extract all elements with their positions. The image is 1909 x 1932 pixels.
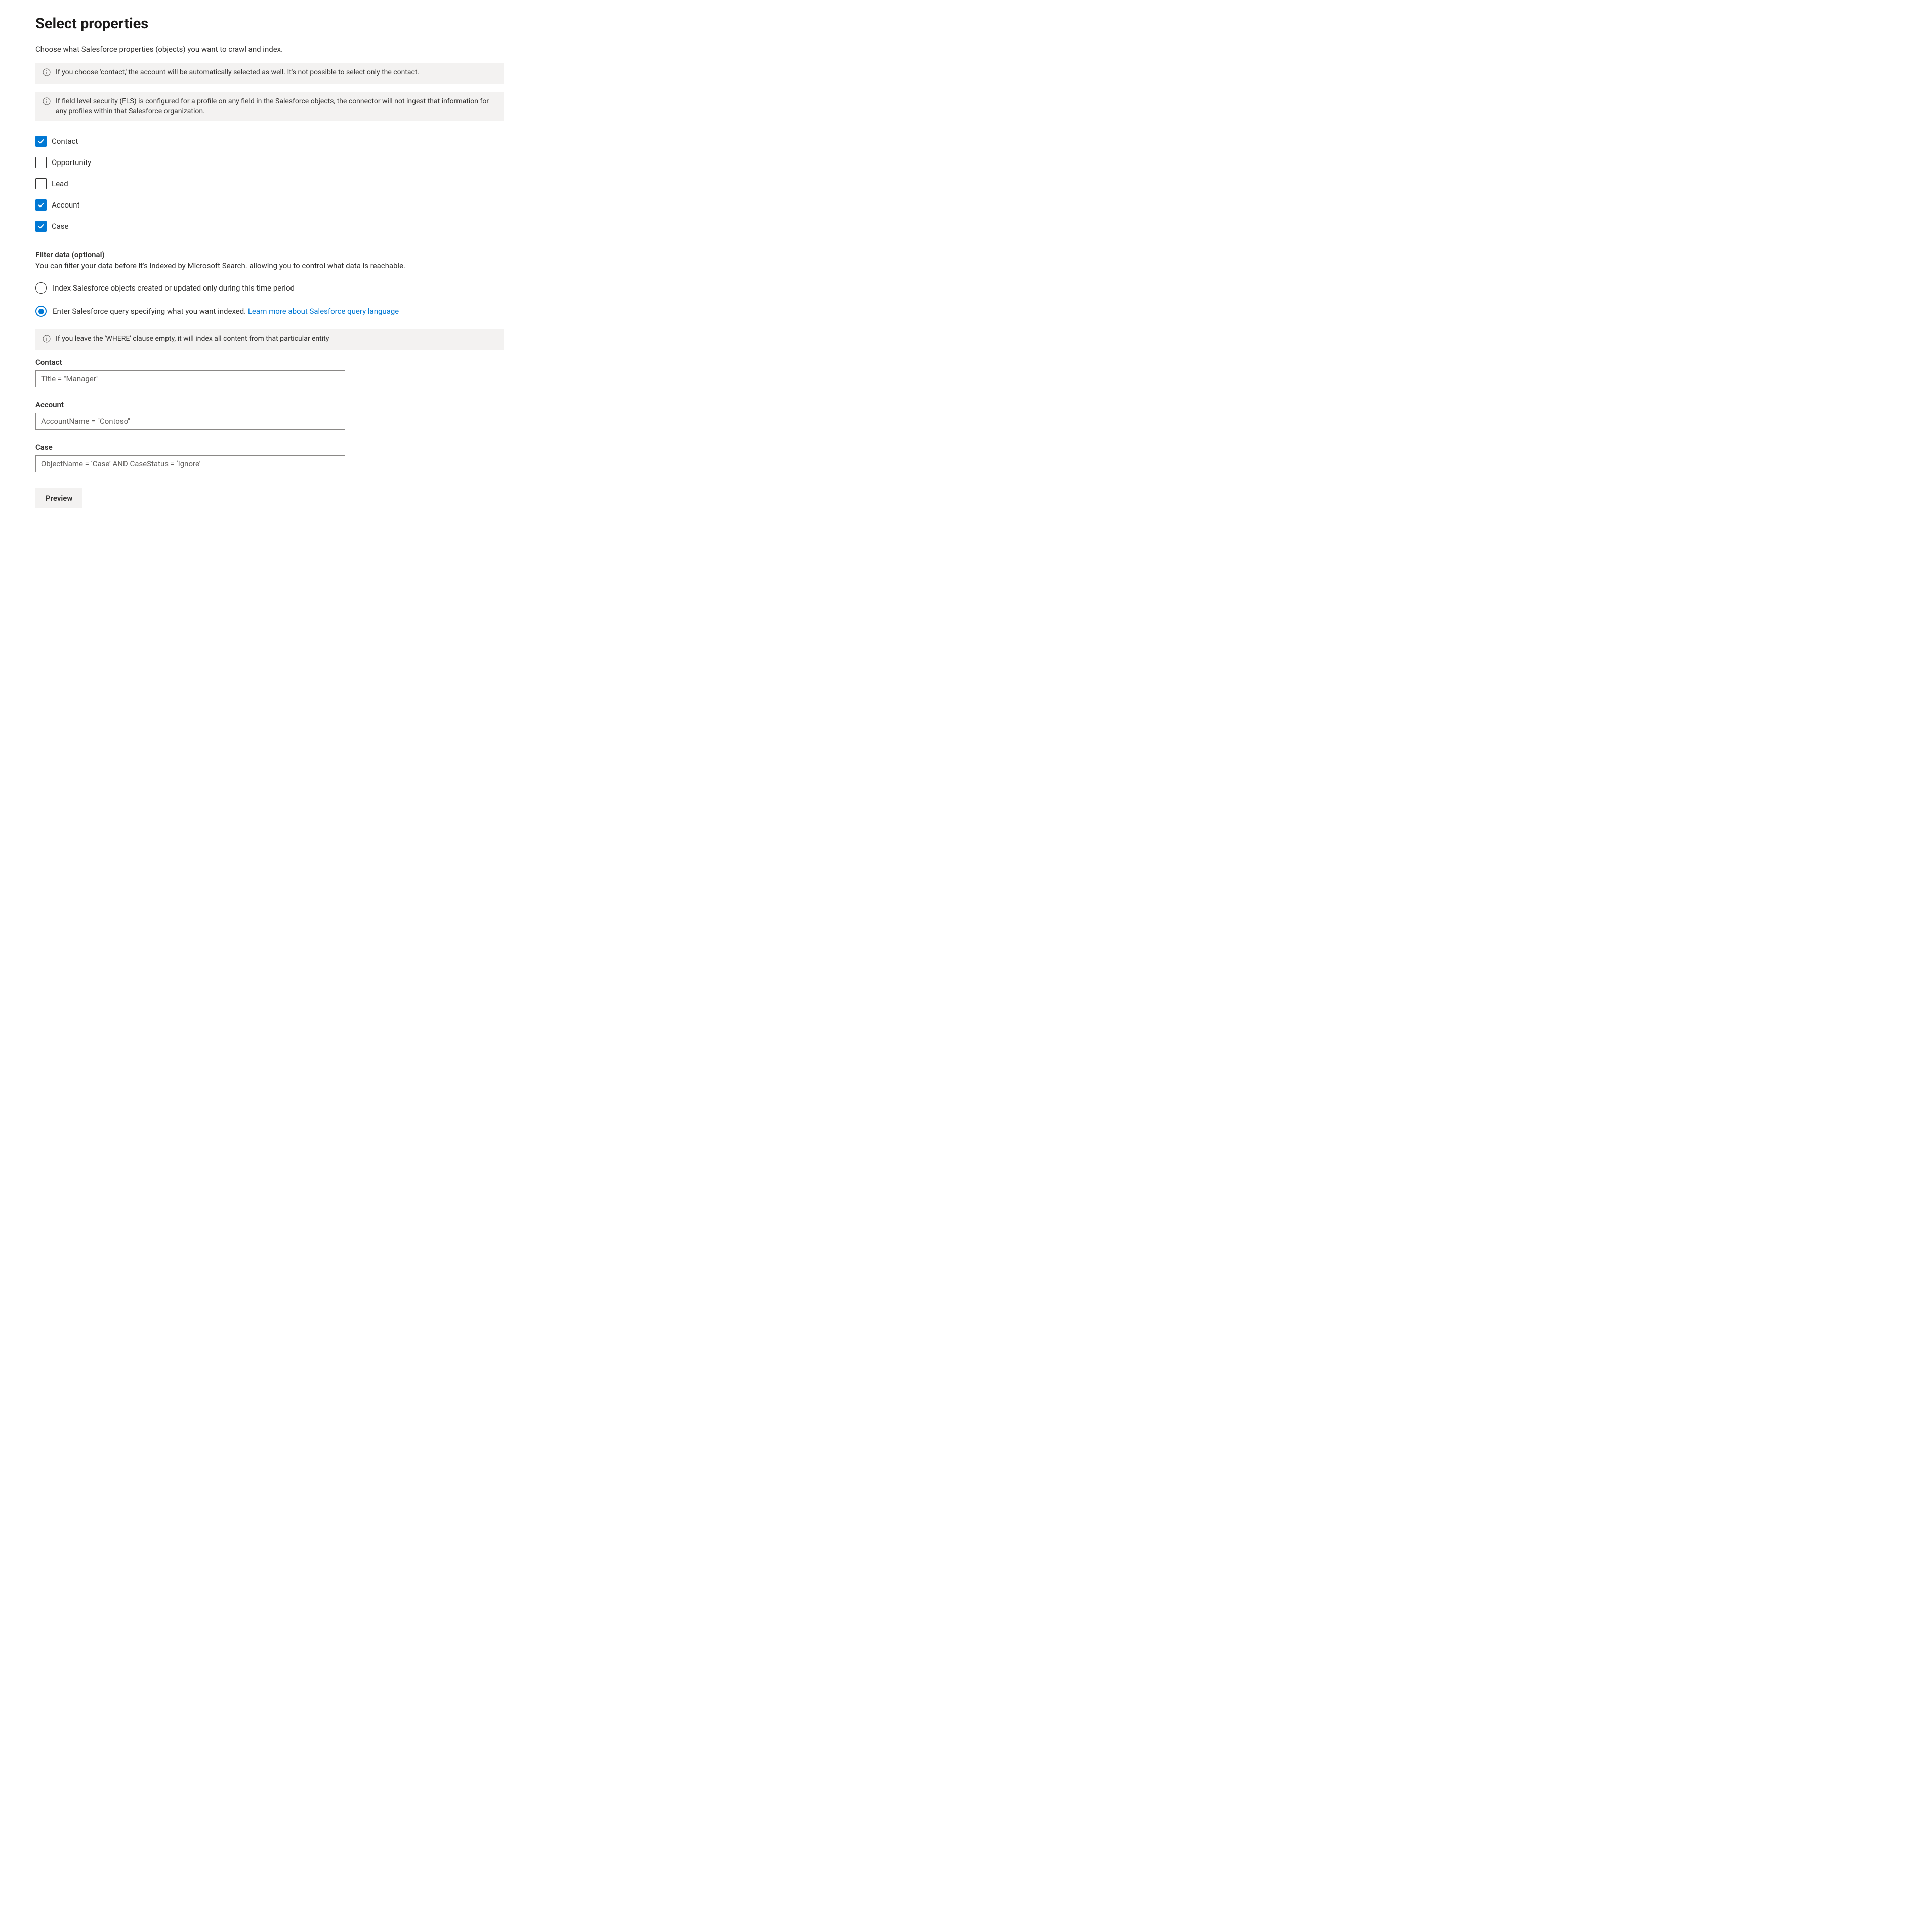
checkbox-list: Contact Opportunity Lead Account Case [35,136,1874,232]
checkbox-box[interactable] [35,178,47,189]
field-label: Case [35,443,345,452]
field-contact: Contact [35,358,345,387]
info-icon [43,335,51,345]
radio-button[interactable] [35,306,47,317]
info-message: If you choose 'contact,' the account wil… [56,68,419,78]
field-label: Account [35,400,345,409]
checkbox-box[interactable] [35,157,47,168]
preview-button[interactable]: Preview [35,488,82,508]
info-bar-fls-note: If field level security (FLS) is configu… [35,92,504,121]
info-bar-where-note: If you leave the 'WHERE' clause empty, i… [35,329,504,350]
radio-query[interactable]: Enter Salesforce query specifying what y… [35,306,1874,317]
field-account: Account [35,400,345,430]
checkbox-case[interactable]: Case [35,221,1874,232]
info-message: If you leave the 'WHERE' clause empty, i… [56,334,329,344]
case-query-input[interactable] [35,455,345,472]
field-case: Case [35,443,345,472]
checkbox-box[interactable] [35,221,47,232]
filter-description: You can filter your data before it's ind… [35,261,1874,270]
info-bar-contact-note: If you choose 'contact,' the account wil… [35,63,504,84]
field-label: Contact [35,358,345,367]
filter-heading: Filter data (optional) [35,250,1874,259]
account-query-input[interactable] [35,413,345,430]
radio-label: Enter Salesforce query specifying what y… [53,307,399,316]
info-icon [43,68,51,78]
learn-more-link[interactable]: Learn more about Salesforce query langua… [248,307,399,316]
radio-label: Index Salesforce objects created or upda… [53,283,295,293]
checkbox-contact[interactable]: Contact [35,136,1874,147]
checkbox-label: Opportunity [52,158,91,167]
checkbox-label: Account [52,200,80,210]
checkbox-label: Contact [52,137,78,146]
checkbox-label: Case [52,222,69,231]
checkbox-label: Lead [52,179,68,188]
checkbox-account[interactable]: Account [35,199,1874,211]
radio-label-text: Enter Salesforce query specifying what y… [53,307,248,316]
checkbox-box[interactable] [35,199,47,211]
checkbox-lead[interactable]: Lead [35,178,1874,189]
checkbox-opportunity[interactable]: Opportunity [35,157,1874,168]
page-title: Select properties [35,15,1874,32]
contact-query-input[interactable] [35,370,345,387]
info-message: If field level security (FLS) is configu… [56,97,495,116]
intro-text: Choose what Salesforce properties (objec… [35,45,1874,54]
radio-time-period[interactable]: Index Salesforce objects created or upda… [35,282,1874,294]
radio-button[interactable] [35,282,47,294]
info-icon [43,97,51,107]
checkbox-box[interactable] [35,136,47,147]
